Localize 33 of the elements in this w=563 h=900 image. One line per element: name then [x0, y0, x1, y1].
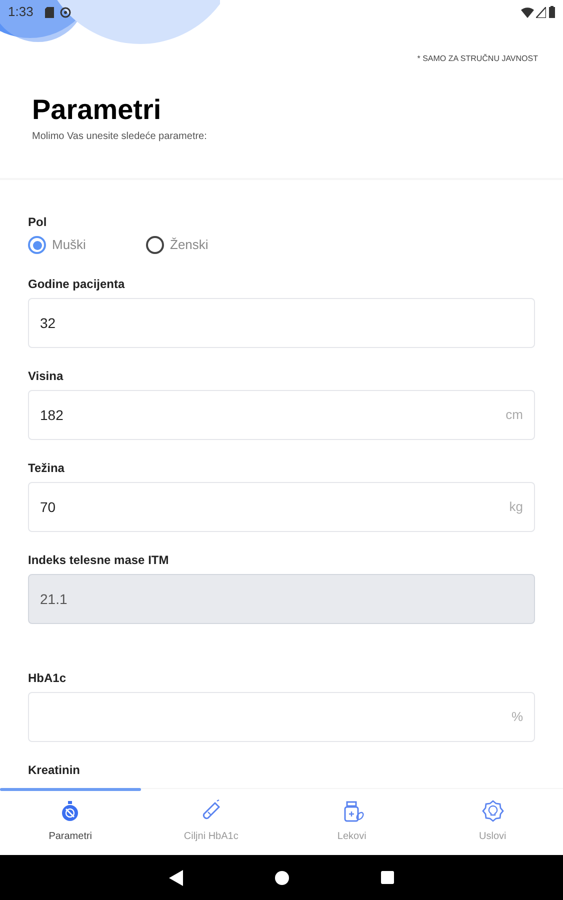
wifi-icon: [521, 6, 534, 18]
unit-label: %: [511, 708, 523, 726]
field-value: 182: [40, 406, 64, 424]
field-label: Visina: [28, 368, 64, 384]
signal-icon: [536, 6, 546, 18]
unit-label: kg: [509, 498, 523, 516]
page-title: Parametri: [32, 93, 162, 127]
input-field[interactable]: 70 kg: [28, 482, 535, 532]
field-label: Težina: [28, 460, 66, 476]
field-label: Indeks telesne mase ITM: [28, 552, 170, 568]
lightbulb-icon: [480, 799, 505, 823]
radio-label: Ženski: [170, 236, 208, 254]
battery-icon: [549, 6, 555, 18]
field-value: 21.1: [40, 590, 68, 608]
input-field[interactable]: 32: [28, 298, 535, 348]
home-icon[interactable]: [275, 870, 289, 884]
field-value: 70: [40, 498, 57, 516]
radio-button[interactable]: [146, 236, 164, 254]
notice-text: * SAMO ZA STRUČNU JAVNOST: [417, 53, 538, 65]
input-field[interactable]: 182 cm: [28, 390, 535, 440]
field-label: Kreatinin: [28, 762, 82, 778]
field-label: Pol: [28, 214, 48, 230]
unit-label: cm: [506, 406, 523, 424]
radio-label: Muški: [52, 236, 86, 254]
status-time: 1:33: [8, 3, 34, 22]
nav-tab[interactable]: Parametri: [0, 791, 141, 855]
radio-button[interactable]: [28, 236, 46, 254]
field-label: Godine pacijenta: [28, 276, 126, 292]
back-icon[interactable]: [169, 870, 183, 886]
field-value: 32: [40, 314, 57, 332]
sync-icon: [60, 6, 72, 18]
field-label: HbA1c: [28, 670, 68, 686]
page-subtitle: Molimo Vas unesite sledeće parametre:: [32, 130, 207, 144]
